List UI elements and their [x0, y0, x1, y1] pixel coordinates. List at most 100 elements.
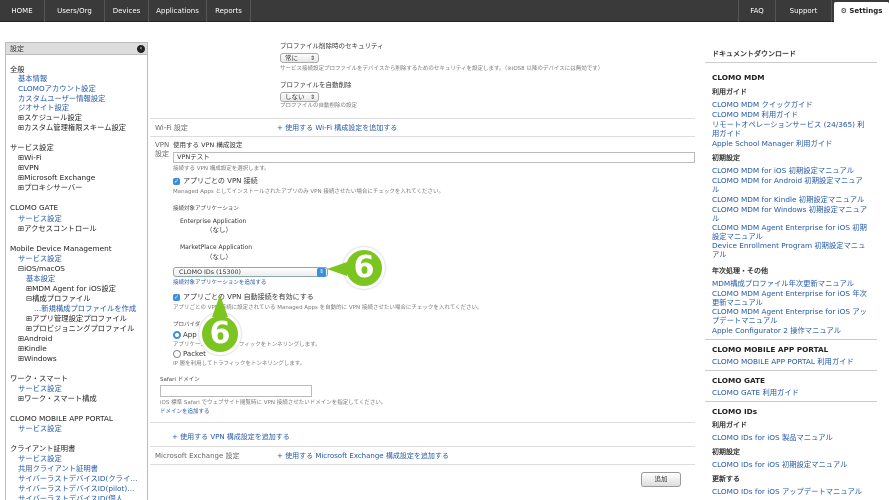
nav-faq[interactable]: FAQ: [738, 0, 776, 22]
sidebar-item[interactable]: サービス設定: [10, 143, 54, 153]
document-download-panel: ドキュメントダウンロード CLOMO MDM 利用ガイド CLOMO MDM クイック…: [705, 42, 877, 500]
target-apps-label: 接続対象アプリケーション: [173, 206, 239, 212]
nav-home[interactable]: HOME: [0, 0, 45, 22]
add-button[interactable]: 追加: [641, 472, 681, 487]
per-app-vpn-checkbox[interactable]: ✓: [173, 178, 180, 185]
doc-link[interactable]: Apple School Manager 利用ガイド: [712, 139, 867, 148]
step-badge-top: 6: [343, 247, 385, 289]
doc-link[interactable]: CLOMO MDM Agent Enterprise for iOS 年次更新マ…: [712, 289, 867, 307]
sidebar-item[interactable]: ⊞プロキシサーバー: [18, 183, 82, 193]
sidebar-item[interactable]: ワーク・スマート: [10, 374, 68, 384]
vpn-config-field[interactable]: VPNテスト: [173, 152, 695, 163]
doc-link[interactable]: CLOMO MDM for Windows 初期設定マニュアル: [712, 205, 867, 223]
nav-devices[interactable]: Devices: [105, 0, 149, 22]
vpn-section-label: VPN 設定: [155, 141, 170, 158]
safari-domain-input[interactable]: [160, 385, 312, 397]
sidebar-item[interactable]: ⊞Windows: [18, 354, 57, 364]
add-exchange-config-link[interactable]: + 使用する Microsoft Exchange 構成設定を追加する: [277, 452, 449, 461]
sidebar-item[interactable]: サービス設定: [18, 214, 62, 224]
sidebar-item[interactable]: ⊟iOS/macOS: [18, 264, 65, 274]
badge-pointer-bottom: [212, 295, 228, 317]
provider-app-radio[interactable]: [173, 331, 181, 339]
doc-link[interactable]: CLOMO MDM for iOS 初期設定マニュアル: [712, 166, 867, 175]
divider: [150, 118, 695, 119]
sidebar-item[interactable]: サイバーラストデバイスID(クライ…: [18, 474, 138, 484]
sidebar-item[interactable]: ⊞アクセスコントロール: [18, 224, 97, 234]
sidebar-item[interactable]: サービス設定: [18, 254, 62, 264]
portal-heading: CLOMO MOBILE APP PORTAL: [712, 345, 829, 354]
doc-link[interactable]: CLOMO MDM for Android 初期設定マニュアル: [712, 176, 867, 194]
doc-link[interactable]: CLOMO IDs for iOS 製品マニュアル: [712, 433, 833, 442]
sidebar-item[interactable]: サービス設定: [18, 454, 62, 464]
settings-sidebar: 設定 ‹ 全般 基本情報 CLOMOアカウント設定 カスタムユーザー情報設定 ジオサイト…: [5, 42, 148, 500]
main-content: プロファイル削除時のセキュリティ 常に ⇕ サービス接続設定プロファイルをデバイス…: [150, 30, 695, 500]
sidebar-item[interactable]: クライアント証明書: [10, 444, 75, 454]
sidebar-item[interactable]: サービス設定: [18, 424, 62, 434]
yearly-heading: 年次処理・その他: [712, 267, 768, 275]
provider-packet-note: IP 層を利用してトラフィックをトンネリングします。: [173, 361, 306, 367]
sidebar-item[interactable]: CLOMOアカウント設定: [18, 84, 96, 94]
nav-settings[interactable]: ⚙ Settings: [834, 2, 889, 22]
sidebar-item[interactable]: 基本情報: [18, 74, 47, 84]
sidebar-item[interactable]: 共用クライアント証明書: [18, 464, 98, 474]
doc-link[interactable]: CLOMO MDM Agent Enterprise for iOS アップデー…: [712, 307, 867, 325]
doc-link[interactable]: CLOMO GATE 利用ガイド: [712, 388, 799, 397]
doc-link[interactable]: MDM構成プロファイル年次更新マニュアル: [712, 279, 867, 288]
marketplace-value: （なし）: [206, 253, 232, 261]
doc-link[interactable]: CLOMO MDM 利用ガイド: [712, 110, 867, 119]
add-domain-link[interactable]: ドメインを追加する: [160, 408, 210, 417]
removal-security-select[interactable]: 常に ⇕: [280, 53, 319, 63]
provider-label: プロバイダ: [173, 322, 201, 328]
nav-users-org[interactable]: Users/Org: [45, 0, 105, 22]
sidebar-item[interactable]: CLOMO MOBILE APP PORTAL: [10, 414, 113, 424]
sidebar-item[interactable]: ⊞ワーク・スマート構成: [18, 394, 97, 404]
sidebar-item[interactable]: ⊟構成プロファイル: [26, 294, 91, 304]
sidebar-item[interactable]: CLOMO GATE: [10, 203, 58, 213]
sidebar-item[interactable]: ⊞VPN: [18, 163, 39, 173]
sidebar-item[interactable]: ⊞カスタム管理権限スキーム設定: [18, 123, 126, 133]
sidebar-item[interactable]: ジオサイト設定: [18, 103, 69, 113]
auto-remove-value: しない: [285, 93, 305, 101]
add-target-app-link[interactable]: 接続対象アプリケーションを追加する: [173, 279, 266, 288]
sidebar-item[interactable]: ⊞Microsoft Exchange: [18, 173, 95, 183]
doc-link[interactable]: CLOMO MDM クイックガイド: [712, 100, 867, 109]
sidebar-item[interactable]: ⊞Android: [18, 334, 52, 344]
target-app-select[interactable]: CLOMO IDs (15300) ⇕: [173, 267, 328, 277]
ids-update-heading: 更新する: [712, 475, 740, 483]
vpn-config-value: VPNテスト: [177, 153, 210, 161]
provider-packet-radio[interactable]: [173, 350, 181, 358]
sidebar-item[interactable]: サイバーラストデバイスID(個人…: [18, 494, 130, 500]
sidebar-item[interactable]: サイバーラストデバイスID(pilot)…: [18, 484, 135, 494]
nav-support[interactable]: Support: [776, 0, 832, 22]
vpn-config-label: 使用する VPN 構成設定: [173, 141, 243, 149]
nav-reports[interactable]: Reports: [207, 0, 251, 22]
sidebar-item[interactable]: Mobile Device Management: [10, 244, 112, 254]
doc-link[interactable]: CLOMO IDs for iOS 初期設定マニュアル: [712, 460, 847, 469]
doc-link[interactable]: CLOMO MDM Agent Enterprise for iOS 初期設定マ…: [712, 223, 867, 241]
sidebar-item[interactable]: ⊞MDM Agent for iOS設定: [26, 284, 116, 294]
ids-initial-heading: 初期設定: [712, 448, 740, 456]
doc-link[interactable]: Device Enrollment Program 初期設定マニュアル: [712, 241, 867, 259]
sidebar-item[interactable]: ⊞Kindle: [18, 344, 47, 354]
chevron-updown-icon: ⇕: [309, 94, 316, 101]
sidebar-item[interactable]: ⊞スケジュール設定: [18, 113, 82, 123]
add-vpn-config-link[interactable]: + 使用する VPN 構成設定を追加する: [172, 433, 290, 442]
auto-remove-select[interactable]: しない ⇕: [280, 92, 319, 102]
sidebar-item[interactable]: ⊞プロビジョニングプロファイル: [26, 324, 134, 334]
provider-packet-label: Packet: [183, 350, 206, 358]
doc-link[interactable]: CLOMO IDs for iOS アップデートマニュアル: [712, 487, 862, 496]
collapse-sidebar-icon[interactable]: ‹: [137, 45, 145, 53]
sidebar-item[interactable]: ⊞アプリ管理設定プロファイル: [26, 314, 127, 324]
sidebar-item[interactable]: サービス設定: [18, 384, 62, 394]
nav-applications[interactable]: Applications: [149, 0, 207, 22]
vpn-auto-connect-checkbox[interactable]: ✓: [173, 294, 180, 301]
add-wifi-config-link[interactable]: + 使用する Wi-Fi 構成設定を追加する: [277, 124, 397, 133]
doc-link[interactable]: リモートオペレーションサービス (24/365) 利用ガイド: [712, 120, 867, 138]
sidebar-item[interactable]: 基本設定: [26, 274, 55, 284]
sidebar-item[interactable]: …新規構成プロファイルを作成: [34, 304, 136, 314]
doc-link[interactable]: CLOMO MOBILE APP PORTAL 利用ガイド: [712, 357, 854, 366]
vpn-auto-connect-label: アプリごとの VPN 自動接続を有効にする: [183, 293, 314, 301]
doc-link[interactable]: CLOMO MDM for Kindle 初期設定マニュアル: [712, 195, 867, 204]
sidebar-item[interactable]: ⊞Wi-Fi: [18, 153, 42, 163]
doc-link[interactable]: Apple Configurator 2 操作マニュアル: [712, 326, 867, 335]
